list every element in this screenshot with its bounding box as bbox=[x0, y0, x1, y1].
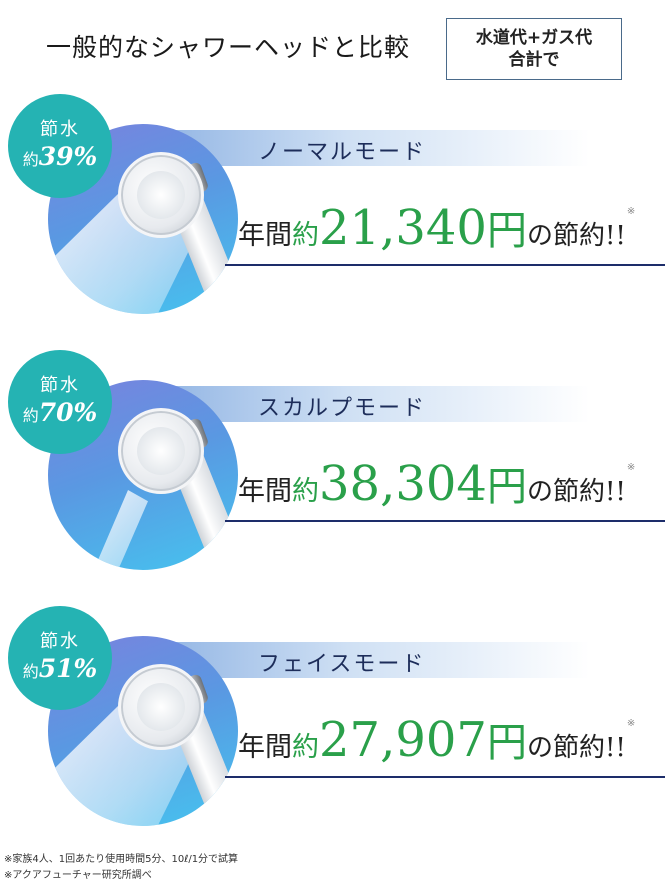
note-mark: ※ bbox=[626, 206, 636, 217]
saving-yen: 円 bbox=[486, 464, 527, 510]
badge-prefix: 約 bbox=[22, 405, 39, 425]
cost-label-box: 水道代+ガス代 合計で bbox=[446, 18, 622, 80]
footnotes: ※家族4人、1回あたり使用時間5分、10ℓ/1分で試算 ※アクアフューチャー研究… bbox=[4, 852, 238, 884]
annual-saving: 年間 約 27,907 円 の節約!! ※ bbox=[238, 710, 635, 768]
water-spray bbox=[68, 490, 148, 570]
footnote: ※家族4人、1回あたり使用時間5分、10ℓ/1分で試算 bbox=[4, 854, 239, 865]
mode-section-face: フェイスモード 節水 約51% 年間 約 27,907 円 の節約!! ※ bbox=[0, 604, 670, 834]
saving-suffix: の節約!! bbox=[526, 221, 626, 251]
mode-section-normal: ノーマルモード 節水 約39% 年間 約 21,340 円 の節約!! ※ bbox=[0, 92, 670, 322]
mode-name: スカルプモード bbox=[258, 396, 427, 421]
showerhead-face bbox=[118, 152, 204, 238]
badge-label: 節水 bbox=[40, 118, 80, 140]
water-saving-badge: 節水 約51% bbox=[8, 606, 112, 710]
saving-underline bbox=[225, 776, 665, 778]
badge-label: 節水 bbox=[40, 374, 80, 396]
saving-yen: 円 bbox=[486, 720, 527, 766]
mode-name: フェイスモード bbox=[258, 652, 426, 677]
water-saving-badge: 節水 約39% bbox=[8, 94, 112, 198]
saving-suffix: の節約!! bbox=[526, 477, 626, 507]
page-title: 一般的なシャワーヘッドと比較 bbox=[46, 33, 411, 62]
saving-prefix-year: 年間 bbox=[238, 732, 292, 763]
saving-amount: 21,340 bbox=[319, 200, 487, 256]
saving-amount: 38,304 bbox=[319, 456, 487, 512]
badge-prefix: 約 bbox=[22, 661, 39, 681]
showerhead-face bbox=[118, 408, 204, 494]
saving-underline bbox=[225, 264, 665, 266]
saving-prefix-approx: 約 bbox=[292, 476, 319, 507]
badge-label: 節水 bbox=[40, 630, 80, 652]
annual-saving: 年間 約 21,340 円 の節約!! ※ bbox=[238, 198, 635, 256]
note-mark: ※ bbox=[626, 718, 636, 729]
saving-underline bbox=[225, 520, 665, 522]
saving-prefix-approx: 約 bbox=[292, 732, 319, 763]
badge-percent: 51% bbox=[38, 653, 98, 683]
badge-percent: 70% bbox=[38, 397, 98, 427]
water-saving-badge: 節水 約70% bbox=[8, 350, 112, 454]
showerhead-face bbox=[118, 664, 204, 750]
mode-section-scalp: スカルプモード 節水 約70% 年間 約 38,304 円 の節約!! ※ bbox=[0, 348, 670, 578]
badge-percent: 39% bbox=[38, 141, 98, 171]
annual-saving: 年間 約 38,304 円 の節約!! ※ bbox=[238, 454, 635, 512]
saving-prefix-year: 年間 bbox=[238, 220, 292, 251]
note-mark: ※ bbox=[626, 462, 636, 473]
saving-suffix: の節約!! bbox=[526, 733, 626, 763]
saving-prefix-approx: 約 bbox=[292, 220, 319, 251]
mode-name: ノーマルモード bbox=[258, 140, 427, 165]
badge-prefix: 約 bbox=[22, 149, 39, 169]
cost-label-line1: 水道代+ガス代 bbox=[475, 28, 593, 48]
saving-prefix-year: 年間 bbox=[238, 476, 292, 507]
saving-yen: 円 bbox=[486, 208, 527, 254]
saving-amount: 27,907 bbox=[319, 712, 487, 768]
footnote: ※アクアフューチャー研究所調べ bbox=[4, 870, 152, 881]
cost-label-line2: 合計で bbox=[508, 50, 560, 70]
